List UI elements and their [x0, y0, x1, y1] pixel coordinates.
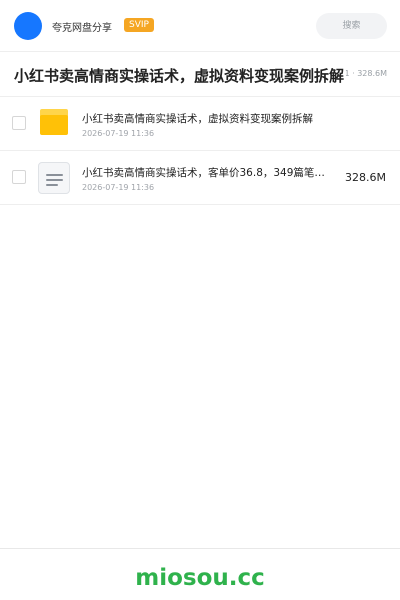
file-row[interactable]: 小红书卖高情商实操话术，客单价36.8，349篇笔… 2026-07-19 11…: [0, 151, 400, 205]
search-input[interactable]: 搜索: [316, 13, 387, 39]
share-meta: 1 · 328.6M: [344, 69, 387, 78]
file-name[interactable]: 小红书卖高情商实操话术，虚拟资料变现案例拆解: [82, 111, 313, 126]
document-icon: [38, 162, 70, 194]
footer-watermark: miosou.cc: [135, 565, 265, 591]
file-name[interactable]: 小红书卖高情商实操话术，客单价36.8，349篇笔…: [82, 165, 325, 180]
row-checkbox[interactable]: [12, 116, 26, 130]
page-title: 小红书卖高情商实操话术，虚拟资料变现案例拆解: [14, 65, 347, 86]
svip-badge: SVIP: [124, 18, 154, 32]
avatar[interactable]: [14, 12, 42, 40]
file-size: 328.6M: [345, 171, 386, 184]
file-date: 2026-07-19 11:36: [82, 183, 155, 192]
file-date: 2026-07-19 11:36: [82, 129, 155, 138]
app-brand: 夸克网盘分享: [52, 23, 112, 34]
footer: miosou.cc: [0, 548, 400, 600]
share-title-bar: 1 · 328.6M 小红书卖高情商实操话术，虚拟资料变现案例拆解: [0, 52, 400, 97]
row-checkbox[interactable]: [12, 170, 26, 184]
file-row[interactable]: 小红书卖高情商实操话术，虚拟资料变现案例拆解 2026-07-19 11:36: [0, 97, 400, 151]
folder-icon: [40, 109, 68, 135]
top-bar: 夸克网盘分享 SVIP 搜索: [0, 0, 400, 52]
